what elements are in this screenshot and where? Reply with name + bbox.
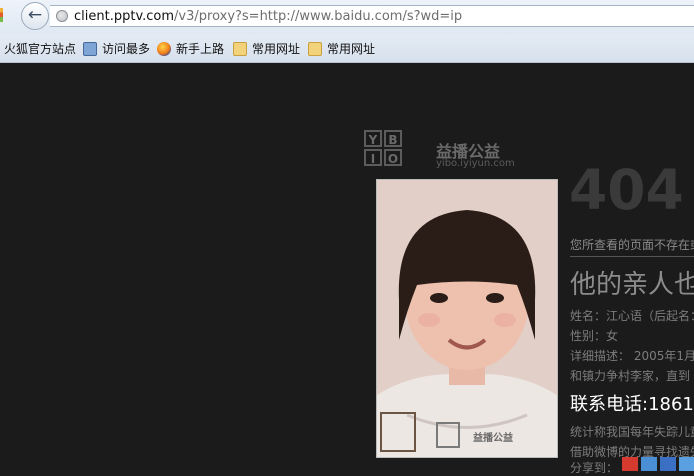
bookmarks-toolbar: 火狐官方站点 访问最多 新手上路 常用网址 常用网址 — [0, 34, 694, 63]
share-label: 分享到： — [570, 461, 619, 475]
bookmark-label: 常用网址 — [327, 42, 376, 56]
logo-letter: O — [384, 149, 402, 166]
bookmark-label: 新手上路 — [176, 42, 225, 56]
bookmark-folder-common-2[interactable]: 常用网址 — [308, 40, 375, 57]
child-description: 详细描述： 2005年1月 — [570, 349, 694, 363]
bookmark-firefox-site[interactable]: 火狐官方站点 — [4, 40, 76, 57]
folder-icon — [308, 41, 322, 56]
contact-phone: 联系电话:18618 — [570, 394, 694, 415]
globe-icon — [56, 10, 68, 22]
child-gender: 性别：女 — [570, 329, 619, 343]
logo-letter: Y — [364, 130, 382, 147]
bookmark-label: 常用网址 — [252, 42, 301, 56]
bookmark-getting-started[interactable]: 新手上路 — [157, 40, 224, 57]
headline: 他的亲人也 — [570, 270, 694, 300]
not-found-message: 您所查看的页面不存在或 — [570, 238, 694, 252]
navigation-toolbar: ← client.pptv.com/v3/proxy?s=http://www.… — [0, 0, 694, 34]
logo-grid: Y B I O — [364, 130, 406, 168]
url-host: client.pptv.com — [74, 9, 175, 24]
error-code: 404 — [569, 158, 684, 222]
child-description-cont: 和镇力争村李家，直到 — [570, 369, 691, 383]
child-portrait-image — [377, 180, 557, 457]
firefox-menu-edge[interactable] — [0, 8, 3, 22]
child-name: 姓名：江心语（后起名： — [570, 309, 694, 323]
page-icon — [83, 41, 97, 56]
address-bar[interactable]: client.pptv.com/v3/proxy?s=http://www.ba… — [50, 5, 694, 27]
bookmark-label: 火狐官方站点 — [4, 42, 77, 56]
back-arrow-icon: ← — [27, 4, 43, 25]
url-path: /v3/proxy?s=http://www.baidu.com/s?wd=ip — [174, 9, 463, 24]
logo-letter: I — [364, 149, 382, 166]
bookmark-label: 访问最多 — [102, 42, 151, 56]
logo-letter: B — [384, 130, 402, 147]
folder-icon — [233, 41, 247, 56]
address-text[interactable]: client.pptv.com/v3/proxy?s=http://www.ba… — [74, 9, 462, 24]
bookmark-most-visited[interactable]: 访问最多 — [83, 40, 150, 57]
back-button[interactable]: ← — [21, 2, 49, 30]
bookmark-folder-common-1[interactable]: 常用网址 — [233, 40, 300, 57]
photo-stamp-text: 益播公益 — [473, 433, 513, 444]
divider — [570, 256, 694, 257]
page-content: Y B I O 益播公益 yibo.iyiyun.com 益播公益 404 您所… — [0, 63, 694, 475]
firefox-icon — [157, 41, 171, 56]
logo-url: yibo.iyiyun.com — [436, 158, 515, 169]
missing-child-photo: 益播公益 — [376, 179, 558, 458]
stats-text: 统计称我国每年失踪儿童 — [570, 425, 694, 439]
